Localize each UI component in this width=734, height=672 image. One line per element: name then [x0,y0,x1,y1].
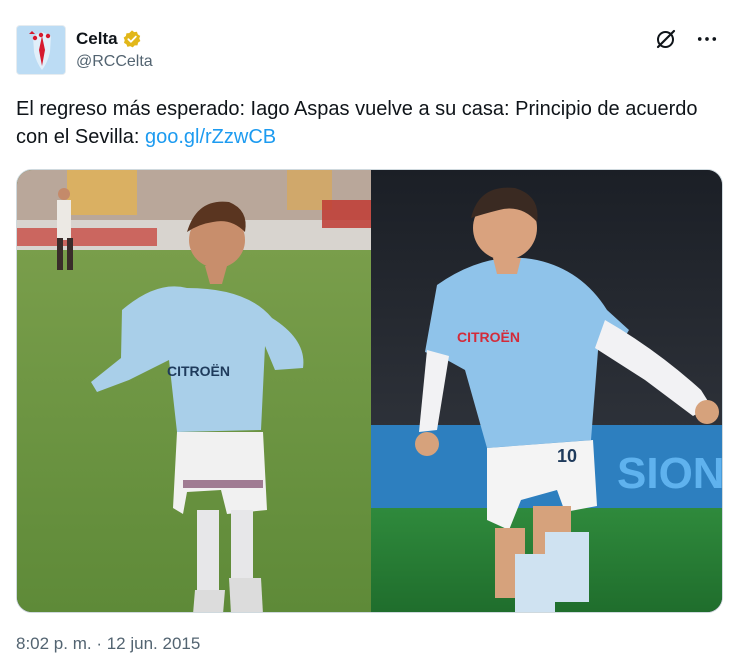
more-options-icon[interactable] [696,27,718,51]
author-names: Celta @RCCelta [76,27,153,71]
right-jersey-sponsor: CITROËN [457,329,520,345]
right-jersey-number: 10 [557,446,577,466]
left-jersey-sponsor: CITROËN [167,363,230,379]
left-photo-childhood: CITROËN [17,170,371,612]
tweet-timestamp: 8:02 p. m. · 12 jun. 2015 [16,634,200,654]
timestamp-separator: · [91,634,107,653]
tweet-time[interactable]: 8:02 p. m. [16,634,92,653]
tweet-actions [654,27,718,51]
background-banner-text: SIONS [617,449,723,498]
tweet-link[interactable]: goo.gl/rZzwCB [145,126,276,148]
grok-icon[interactable] [654,27,678,51]
right-photo-adult: SIONS CITROËN 10 [371,170,723,612]
tweet-photo[interactable]: CITROËN SIONS CITROËN [16,169,723,613]
tweet-body: El regreso más esperado: Iago Aspas vuel… [16,98,698,148]
tweet-text: El regreso más esperado: Iago Aspas vuel… [16,95,716,151]
tweet-date[interactable]: 12 jun. 2015 [107,634,201,653]
tweet-card: Celta @RCCelta El regreso más esperado: … [0,0,734,672]
author-handle[interactable]: @RCCelta [76,53,153,71]
display-name[interactable]: Celta [76,29,118,49]
tweet-header: Celta @RCCelta [16,25,718,77]
gold-verified-badge-icon[interactable] [122,29,142,49]
celta-crest-icon [17,26,65,74]
avatar[interactable] [16,25,66,75]
